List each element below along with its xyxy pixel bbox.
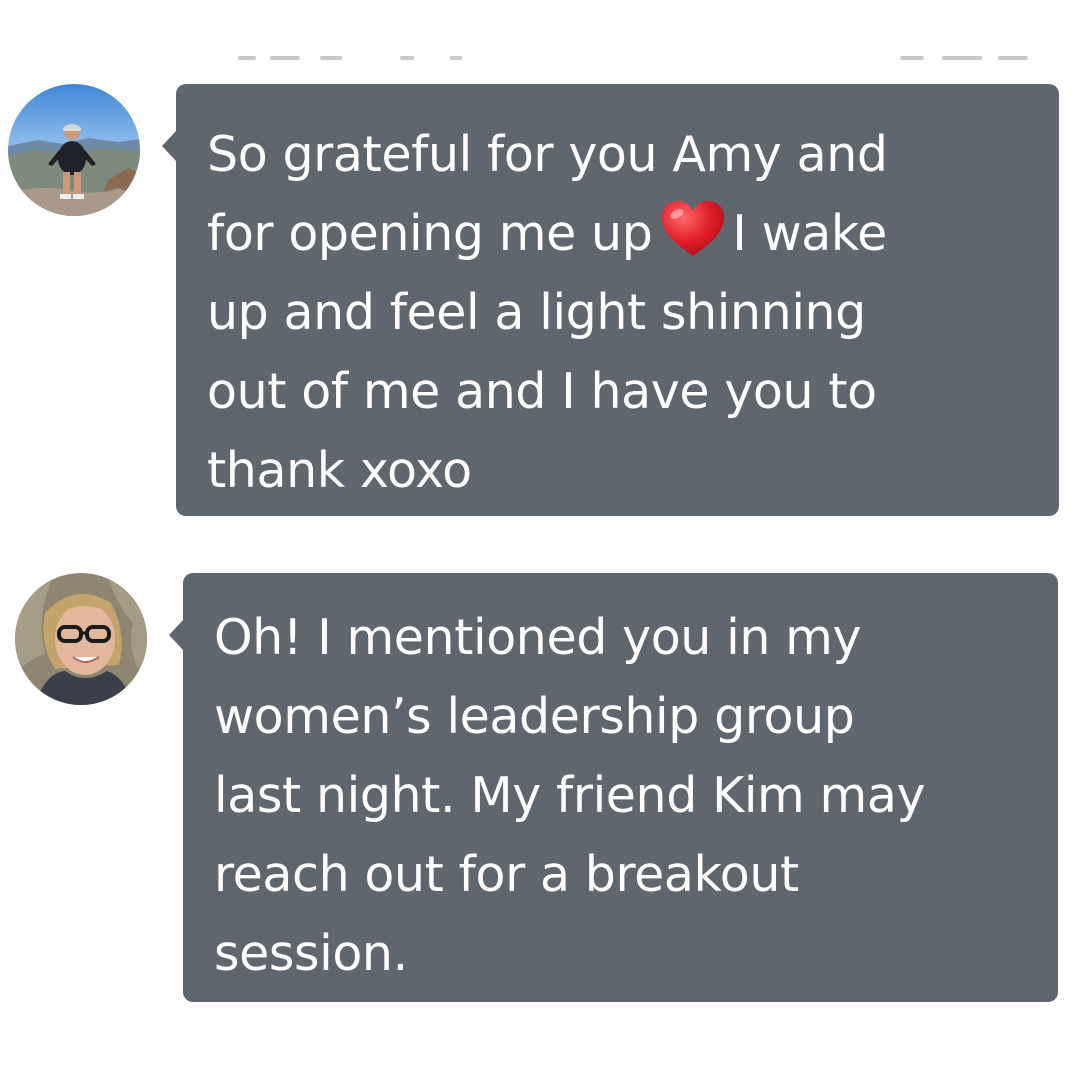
previous-message-timestamp-fragment <box>230 52 1030 66</box>
message-line: Oh! I mentioned you in my <box>214 609 862 666</box>
message-text-1: So grateful for you Amy and for opening … <box>207 115 1059 510</box>
avatar-second-sender[interactable] <box>15 573 147 705</box>
message-line: out of me and I have you to <box>207 363 877 420</box>
message-line: I wake <box>732 205 887 262</box>
avatar-first-sender[interactable] <box>8 84 140 216</box>
message-text-2: Oh! I mentioned you in my women’s leader… <box>214 598 1058 993</box>
message-bubble-2[interactable]: Oh! I mentioned you in my women’s leader… <box>169 573 1058 1002</box>
message-line: last night. My friend Kim may <box>214 767 926 824</box>
woman-with-glasses-avatar <box>15 573 147 705</box>
message-line: So grateful for you Amy and <box>207 126 888 183</box>
message-line: up and feel a light shinning <box>207 284 866 341</box>
hiker-photo-avatar <box>8 84 140 216</box>
message-line: session. <box>214 925 408 982</box>
heart-emoji-icon <box>660 200 726 258</box>
message-line: women’s leadership group <box>214 688 855 745</box>
message-line: reach out for a breakout <box>214 846 799 903</box>
message-bubble-1[interactable]: So grateful for you Amy and for opening … <box>162 84 1059 516</box>
message-line: for opening me up <box>207 205 653 262</box>
message-line-with-emoji: for opening me up I wake <box>207 194 1059 273</box>
message-line: thank xoxo <box>207 442 472 499</box>
